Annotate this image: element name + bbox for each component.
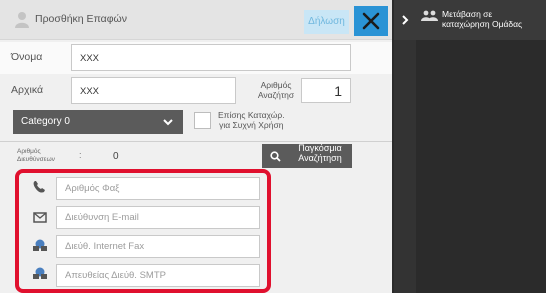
search-number-field[interactable]: 1 bbox=[301, 78, 351, 103]
goto-group-label: Μετάβαση σε καταχώρηση Ομάδας bbox=[442, 9, 523, 29]
favorite-checkbox[interactable] bbox=[194, 112, 211, 129]
name-field[interactable]: XXX bbox=[71, 44, 351, 71]
group-icon bbox=[421, 10, 438, 21]
search-icon bbox=[270, 151, 281, 162]
global-search-label: Παγκόσμια Αναζήτηση bbox=[298, 143, 342, 163]
chevron-down-icon bbox=[163, 119, 173, 126]
close-icon bbox=[362, 12, 380, 30]
colon-separator: : bbox=[79, 150, 82, 160]
search-number-label: Αριθμός Αναζήτησ bbox=[257, 80, 295, 100]
address-count-value: 0 bbox=[113, 151, 119, 162]
page-title: Προσθήκη Επαφών bbox=[35, 13, 127, 25]
close-button[interactable] bbox=[354, 6, 388, 36]
register-button[interactable]: Δήλωση bbox=[304, 10, 349, 34]
initials-label: Αρχικά bbox=[11, 84, 44, 96]
name-label: Όνομα bbox=[11, 51, 43, 63]
person-icon bbox=[15, 12, 29, 28]
divider bbox=[0, 141, 392, 142]
address-count-label: Αριθμός Διευθύνσεων bbox=[17, 148, 55, 163]
category-select[interactable]: Category 0 bbox=[13, 110, 183, 134]
favorite-label: Επίσης Καταχώρ. για Συχνή Χρήση bbox=[218, 110, 285, 130]
side-strip bbox=[394, 40, 416, 293]
initials-field[interactable]: XXX bbox=[71, 77, 236, 104]
chevron-right-icon bbox=[402, 15, 409, 25]
contact-fields-highlight bbox=[15, 169, 271, 293]
